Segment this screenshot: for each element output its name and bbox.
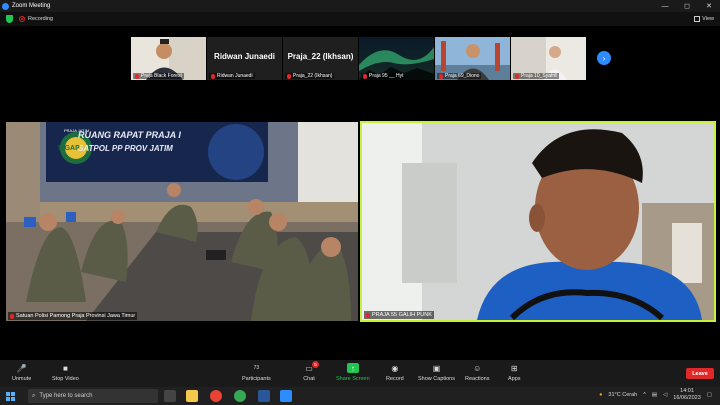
stop-video-button[interactable]: ■ Stop Video xyxy=(52,363,79,383)
zoom-taskbar-icon[interactable] xyxy=(280,390,292,402)
participant-tile[interactable]: Praja 95 __ Hyt xyxy=(359,37,434,80)
participant-strip: Praja Black Forest Ridwan Junaedi Ridwan… xyxy=(131,37,586,80)
recording-label: Recording xyxy=(28,16,54,22)
video-tile-meeting-room[interactable]: RUANG RAPAT PRAJA I SATPOL PP PROV JATIM… xyxy=(6,122,358,321)
participant-caption: Praja 95 __ Hyt xyxy=(361,73,406,79)
tray-chevron-icon[interactable]: ^ xyxy=(643,392,646,398)
reactions-button[interactable]: ☺ Reactions xyxy=(465,363,489,383)
system-tray: ● 31°C Cerah ^ ▤ ◁ 14:01 16/06/2023 ▢ xyxy=(599,388,712,402)
maximize-button[interactable]: ◻ xyxy=(676,0,698,12)
chat-button[interactable]: ▭ 5 Chat xyxy=(303,361,319,382)
leave-button[interactable]: Leave xyxy=(686,368,714,379)
video-caption: PRAJA 55 GALIH PUNK xyxy=(364,311,434,319)
window-controls: — ◻ ✕ xyxy=(654,0,720,12)
network-icon[interactable]: ▤ xyxy=(652,392,657,398)
show-captions-button[interactable]: ▣ Show Captions xyxy=(418,363,455,383)
recording-icon xyxy=(19,16,25,22)
zoom-logo-icon xyxy=(2,2,9,10)
clock-time: 14:01 xyxy=(680,388,694,394)
participant-tile[interactable]: Ridwan Junaedi Ridwan Junaedi xyxy=(207,37,282,80)
clock-date: 16/06/2023 xyxy=(673,395,701,401)
mic-muted-icon xyxy=(515,73,519,79)
record-button[interactable]: ◉ Record xyxy=(386,363,404,383)
sigap-logo: SIGAP xyxy=(58,145,80,152)
clock[interactable]: 14:01 16/06/2023 xyxy=(673,388,701,402)
meeting-toolbar: 🎤 Unmute ■ Stop Video 73 Participants ▭ 5… xyxy=(0,360,720,387)
reactions-icon: ☺ xyxy=(473,363,482,373)
weather-label: 31°C Cerah xyxy=(608,392,638,398)
share-screen-button[interactable]: ↑ Share Screen xyxy=(336,363,370,382)
participant-caption: Praja 69_Diono xyxy=(437,73,482,79)
close-button[interactable]: ✕ xyxy=(698,0,720,12)
share-screen-icon: ↑ xyxy=(346,363,359,373)
mic-muted-icon xyxy=(287,73,291,79)
chat-icon: ▭ 5 xyxy=(303,361,319,373)
mic-muted-icon xyxy=(10,313,14,319)
windows-start-icon[interactable] xyxy=(6,391,15,401)
view-button[interactable]: View xyxy=(694,16,714,22)
participant-caption: Praja Black Forest xyxy=(133,73,184,79)
mic-muted-icon xyxy=(135,73,139,79)
participant-name: Ridwan Junaedi xyxy=(214,52,275,61)
grid-view-icon xyxy=(694,16,701,22)
mic-muted-icon: 🎤 xyxy=(16,363,27,373)
encryption-shield-icon[interactable] xyxy=(6,15,13,23)
mic-muted-icon xyxy=(366,312,370,318)
window-titlebar: Zoom Meeting — ◻ ✕ xyxy=(0,0,720,12)
chat-badge: 5 xyxy=(312,361,319,368)
taskbar-search-input[interactable]: ⌕ Type here to search xyxy=(28,389,158,403)
mic-muted-icon xyxy=(211,73,215,79)
mic-muted-icon xyxy=(439,73,443,79)
participant-tile[interactable]: Praja 69_Diono xyxy=(435,37,510,80)
word-icon[interactable] xyxy=(258,390,270,402)
apps-icon: ⊞ xyxy=(510,363,518,373)
file-explorer-icon[interactable] xyxy=(186,390,198,402)
weather-icon: ● xyxy=(599,392,603,398)
unmute-button[interactable]: 🎤 Unmute xyxy=(12,363,31,383)
mic-muted-icon xyxy=(363,73,367,79)
banner-subtitle: SATPOL PP PROV JATIM xyxy=(78,144,173,153)
participant-tile[interactable]: Praja 10_Syafrill xyxy=(511,37,586,80)
apps-button[interactable]: ⊞ Apps xyxy=(508,363,521,383)
chevron-right-icon: › xyxy=(602,53,606,63)
captions-icon: ▣ xyxy=(432,363,441,373)
search-icon: ⌕ xyxy=(32,392,36,399)
view-label: View xyxy=(702,16,714,22)
participant-caption: Ridwan Junaedi xyxy=(209,73,255,79)
participant-caption: Praja 10_Syafrill xyxy=(513,73,560,79)
participant-caption: Praja_22 (Ikhsan) xyxy=(285,73,335,79)
active-speaker-video xyxy=(362,123,714,320)
chrome-profile-icon[interactable] xyxy=(234,390,246,402)
participants-button[interactable]: 73 Participants xyxy=(242,363,271,382)
video-caption: Satuan Polisi Pamong Praja Provinsi Jawa… xyxy=(8,312,138,320)
record-icon: ◉ xyxy=(391,363,399,373)
window-title: Zoom Meeting xyxy=(12,3,51,9)
participants-icon: 73 xyxy=(250,363,262,373)
volume-icon[interactable]: ◁ xyxy=(663,392,667,398)
participant-tile[interactable]: Praja_22 (Ikhsan) Praja_22 (Ikhsan) xyxy=(283,37,358,80)
os-taskbar: ⌕ Type here to search ● 31°C Cerah ^ ▤ ◁… xyxy=(0,387,720,405)
task-view-icon[interactable] xyxy=(164,390,176,402)
banner-title: RUANG RAPAT PRAJA I xyxy=(78,130,181,140)
participant-name: Praja_22 (Ikhsan) xyxy=(287,52,354,61)
logo-caption: PRAJA JATIM xyxy=(64,128,90,133)
notification-icon[interactable]: ▢ xyxy=(707,392,712,398)
gallery-next-button[interactable]: › xyxy=(597,51,611,65)
video-camera-icon: ■ xyxy=(62,363,68,373)
video-tile-active-speaker[interactable]: PRAJA 55 GALIH PUNK xyxy=(360,121,716,322)
meeting-info-bar: Recording View xyxy=(0,12,720,26)
chrome-icon[interactable] xyxy=(210,390,222,402)
minimize-button[interactable]: — xyxy=(654,0,676,12)
participant-tile[interactable]: Praja Black Forest xyxy=(131,37,206,80)
participants-count: 73 xyxy=(253,365,260,371)
